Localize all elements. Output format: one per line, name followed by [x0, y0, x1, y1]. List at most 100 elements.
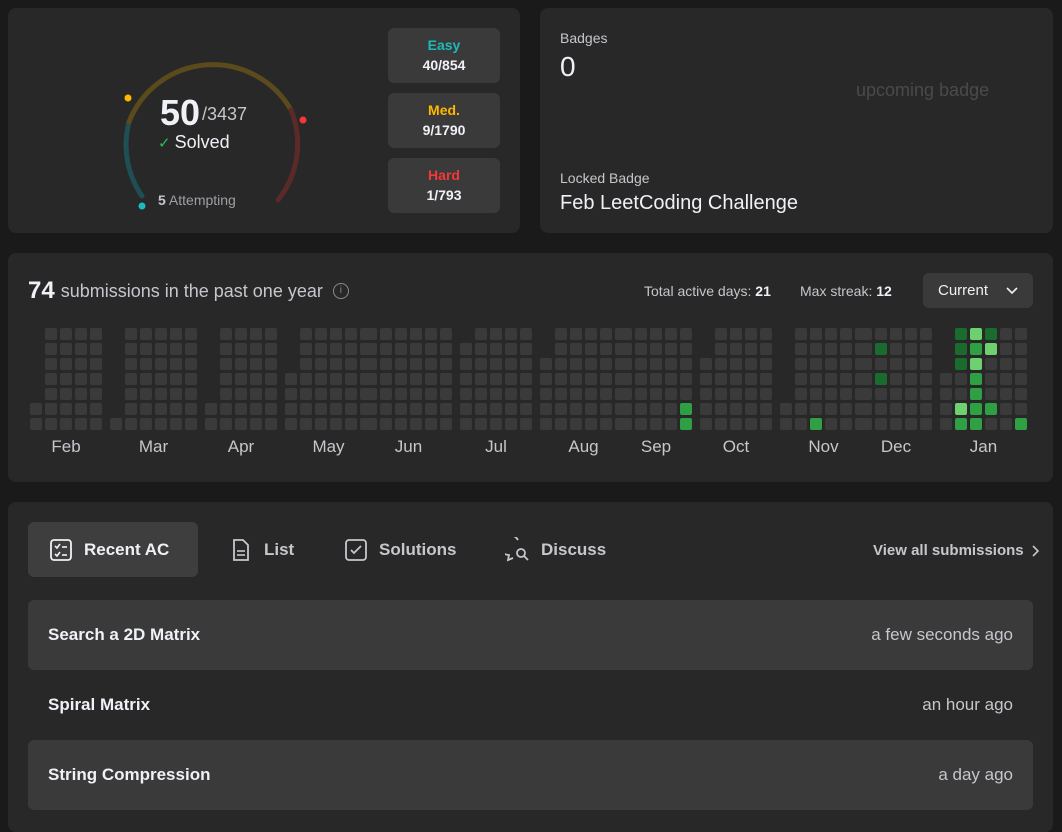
heatmap-cell[interactable] [760, 388, 772, 400]
heatmap-cell[interactable] [840, 373, 852, 385]
heatmap-cell[interactable] [825, 388, 837, 400]
heatmap-cell[interactable] [75, 418, 87, 430]
heatmap-cell[interactable] [635, 403, 647, 415]
tab-recent-ac[interactable]: Recent AC [28, 522, 198, 577]
heatmap-cell[interactable] [620, 418, 632, 430]
heatmap-cell[interactable] [45, 343, 57, 355]
heatmap-cell[interactable] [555, 388, 567, 400]
heatmap-cell[interactable] [970, 343, 982, 355]
heatmap-cell[interactable] [140, 403, 152, 415]
heatmap-cell[interactable] [505, 373, 517, 385]
heatmap-cell[interactable] [620, 373, 632, 385]
heatmap-cell[interactable] [715, 388, 727, 400]
heatmap-cell[interactable] [205, 418, 217, 430]
heatmap-cell[interactable] [505, 328, 517, 340]
heatmap-cell[interactable] [315, 328, 327, 340]
heatmap-cell[interactable] [250, 373, 262, 385]
heatmap-cell[interactable] [45, 418, 57, 430]
view-all-submissions-link[interactable]: View all submissions [873, 542, 1040, 559]
heatmap-cell[interactable] [490, 343, 502, 355]
heatmap-cell[interactable] [185, 403, 197, 415]
heatmap-cell[interactable] [620, 328, 632, 340]
heatmap-cell[interactable] [475, 373, 487, 385]
heatmap-cell[interactable] [905, 373, 917, 385]
heatmap-cell[interactable] [170, 388, 182, 400]
heatmap-cell[interactable] [970, 403, 982, 415]
heatmap-cell[interactable] [395, 328, 407, 340]
heatmap-cell[interactable] [185, 358, 197, 370]
heatmap-cell[interactable] [250, 403, 262, 415]
heatmap-cell[interactable] [45, 403, 57, 415]
heatmap-cell[interactable] [285, 388, 297, 400]
heatmap-cell[interactable] [490, 373, 502, 385]
heatmap-cell[interactable] [365, 418, 377, 430]
heatmap-cell[interactable] [235, 418, 247, 430]
heatmap-cell[interactable] [155, 388, 167, 400]
heatmap-cell[interactable] [505, 388, 517, 400]
heatmap-cell[interactable] [220, 388, 232, 400]
heatmap-cell[interactable] [235, 373, 247, 385]
heatmap-cell[interactable] [315, 358, 327, 370]
heatmap-cell[interactable] [635, 328, 647, 340]
heatmap-cell[interactable] [810, 388, 822, 400]
heatmap-cell[interactable] [745, 418, 757, 430]
heatmap-cell[interactable] [155, 358, 167, 370]
heatmap-cell[interactable] [875, 328, 887, 340]
heatmap-cell[interactable] [635, 388, 647, 400]
heatmap-cell[interactable] [795, 418, 807, 430]
heatmap-cell[interactable] [585, 403, 597, 415]
heatmap-cell[interactable] [825, 358, 837, 370]
heatmap-cell[interactable] [1000, 328, 1012, 340]
heatmap-cell[interactable] [540, 358, 552, 370]
heatmap-cell[interactable] [250, 358, 262, 370]
heatmap-cell[interactable] [650, 403, 662, 415]
heatmap-cell[interactable] [380, 403, 392, 415]
heatmap-cell[interactable] [395, 343, 407, 355]
heatmap-cell[interactable] [555, 358, 567, 370]
heatmap-cell[interactable] [170, 403, 182, 415]
heatmap-cell[interactable] [860, 343, 872, 355]
submission-row[interactable]: String Compression a day ago [28, 740, 1033, 810]
heatmap-cell[interactable] [1015, 373, 1027, 385]
heatmap-cell[interactable] [330, 373, 342, 385]
heatmap-cell[interactable] [840, 343, 852, 355]
heatmap-cell[interactable] [45, 373, 57, 385]
heatmap-cell[interactable] [570, 418, 582, 430]
heatmap-cell[interactable] [170, 358, 182, 370]
heatmap-cell[interactable] [440, 388, 452, 400]
heatmap-cell[interactable] [890, 388, 902, 400]
heatmap-cell[interactable] [345, 343, 357, 355]
heatmap-cell[interactable] [1015, 343, 1027, 355]
heatmap-cell[interactable] [345, 373, 357, 385]
heatmap-cell[interactable] [840, 418, 852, 430]
heatmap-cell[interactable] [315, 403, 327, 415]
heatmap-cell[interactable] [650, 343, 662, 355]
heatmap-cell[interactable] [600, 358, 612, 370]
heatmap-cell[interactable] [30, 418, 42, 430]
heatmap-cell[interactable] [650, 418, 662, 430]
heatmap-cell[interactable] [760, 418, 772, 430]
heatmap-cell[interactable] [75, 373, 87, 385]
heatmap-cell[interactable] [920, 328, 932, 340]
heatmap-cell[interactable] [330, 388, 342, 400]
heatmap-cell[interactable] [1015, 403, 1027, 415]
heatmap-cell[interactable] [600, 403, 612, 415]
heatmap-cell[interactable] [985, 358, 997, 370]
tab-solutions[interactable]: Solutions [323, 522, 476, 577]
heatmap-cell[interactable] [60, 358, 72, 370]
heatmap-cell[interactable] [410, 343, 422, 355]
heatmap-cell[interactable] [700, 403, 712, 415]
heatmap-cell[interactable] [60, 418, 72, 430]
heatmap-cell[interactable] [330, 418, 342, 430]
heatmap-cell[interactable] [220, 358, 232, 370]
heatmap-cell[interactable] [395, 388, 407, 400]
heatmap-cell[interactable] [905, 358, 917, 370]
heatmap-cell[interactable] [265, 373, 277, 385]
heatmap-cell[interactable] [520, 418, 532, 430]
heatmap-cell[interactable] [555, 418, 567, 430]
heatmap-cell[interactable] [365, 328, 377, 340]
heatmap-cell[interactable] [570, 403, 582, 415]
heatmap-cell[interactable] [860, 328, 872, 340]
heatmap-cell[interactable] [185, 373, 197, 385]
heatmap-cell[interactable] [715, 343, 727, 355]
